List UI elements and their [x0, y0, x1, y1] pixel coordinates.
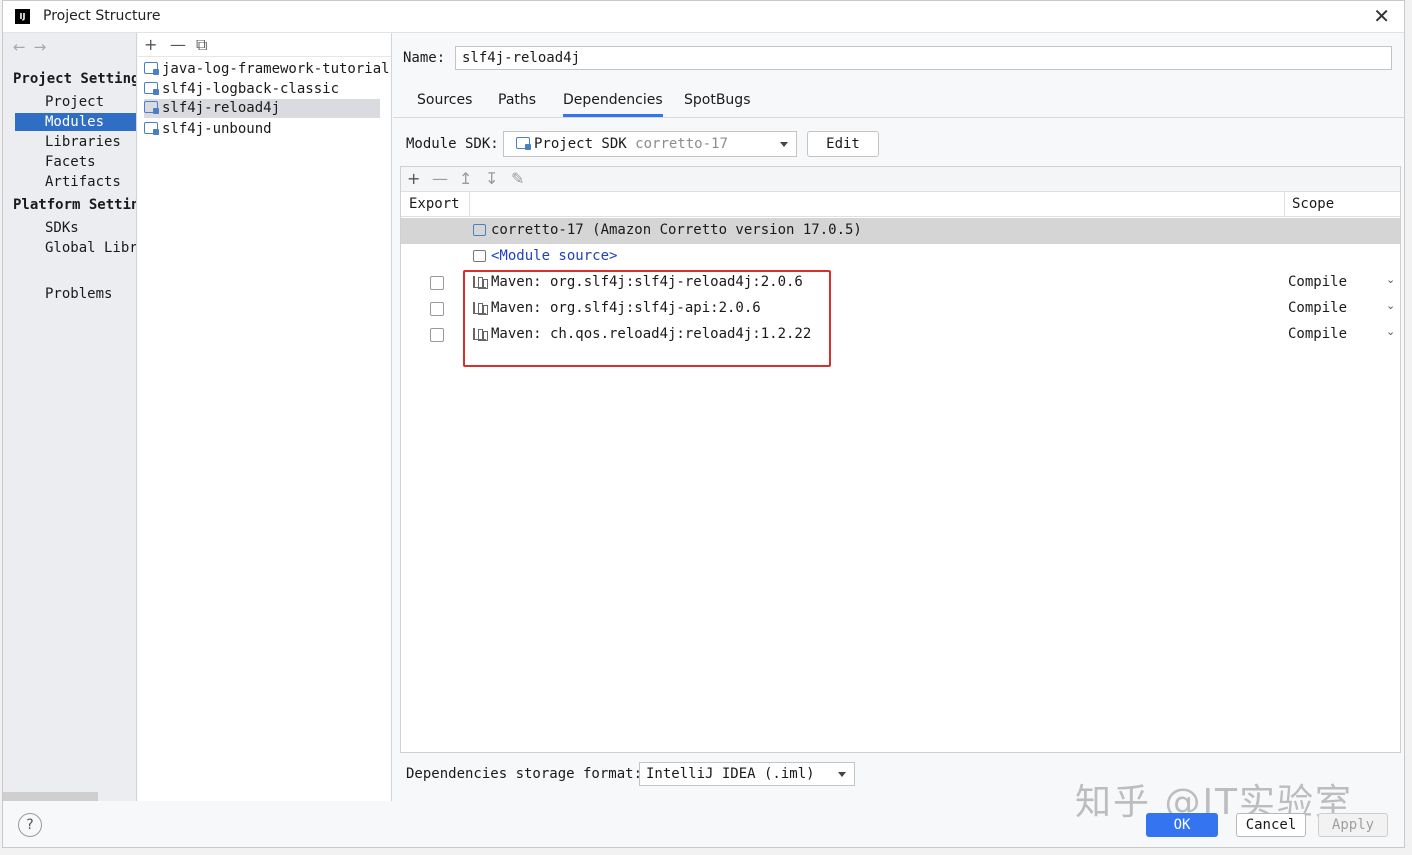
module-folder-icon [144, 101, 159, 114]
export-checkbox[interactable] [430, 328, 444, 342]
apply-button[interactable]: Apply [1318, 813, 1388, 837]
export-checkbox[interactable] [430, 276, 444, 290]
tab-dependencies[interactable]: Dependencies [563, 91, 663, 117]
module-sdk-label: Module SDK: [406, 136, 499, 152]
storage-format-select[interactable]: IntelliJ IDEA (.iml) [639, 762, 855, 786]
module-folder-icon [144, 122, 159, 135]
module-name: slf4j-logback-classic [162, 81, 340, 97]
nav-item-facets[interactable]: Facets [15, 153, 136, 171]
tab-spotbugs[interactable]: SpotBugs [684, 91, 751, 117]
back-arrow-icon[interactable]: ← [13, 38, 34, 56]
tab-sources[interactable]: Sources [417, 91, 472, 117]
nav-item-sdks[interactable]: SDKs [15, 219, 136, 237]
module-name: slf4j-unbound [162, 121, 272, 137]
settings-nav: ←→ Project Settings Project Modules Libr… [3, 33, 137, 801]
chevron-down-icon[interactable]: ⌄ [1386, 273, 1395, 286]
edit-sdk-button[interactable]: Edit [807, 131, 879, 157]
dependencies-toolbar: + — ↥ ↧ ✎ [401, 167, 1400, 192]
module-toolbar: + — ⧉ [138, 33, 391, 57]
add-dependency-icon[interactable]: + [407, 169, 420, 188]
sdk-value-name: corretto-17 [635, 136, 728, 152]
storage-format-label: Dependencies storage format: [406, 766, 643, 782]
sdk-value: Project SDK [534, 136, 627, 152]
module-item[interactable]: java-log-framework-tutorial [144, 60, 390, 79]
module-sdk-select[interactable]: Project SDK corretto-17 [503, 131, 797, 157]
scope-column-header[interactable]: Scope [1292, 196, 1334, 212]
nav-horizontal-scrollbar[interactable] [3, 792, 98, 801]
dropdown-caret-icon [780, 142, 788, 147]
name-label: Name: [403, 50, 446, 66]
sdk-folder-icon [473, 224, 486, 236]
table-row[interactable]: corretto-17 (Amazon Corretto version 17.… [401, 218, 1400, 244]
nav-item-global-libraries[interactable]: Global Libraries [15, 239, 136, 257]
scope-select[interactable]: Compile [1288, 274, 1347, 290]
nav-item-artifacts[interactable]: Artifacts [15, 173, 136, 191]
project-settings-heading: Project Settings [13, 71, 137, 87]
module-name: java-log-framework-tutorial [162, 61, 390, 77]
move-down-icon[interactable]: ↧ [485, 169, 498, 188]
window-title: Project Structure [43, 8, 161, 24]
add-module-icon[interactable]: + [144, 35, 157, 54]
tabs-divider [393, 117, 1404, 118]
table-row[interactable]: <Module source> [401, 244, 1400, 270]
module-item-selected[interactable]: slf4j-reload4j [144, 99, 380, 118]
module-detail-panel: Name: slf4j-reload4j Sources Paths Depen… [393, 33, 1404, 801]
nav-item-libraries[interactable]: Libraries [15, 133, 136, 151]
scope-select[interactable]: Compile [1288, 326, 1347, 342]
chevron-down-icon[interactable]: ⌄ [1386, 325, 1395, 338]
tab-paths[interactable]: Paths [498, 91, 536, 117]
copy-module-icon[interactable]: ⧉ [196, 35, 207, 55]
storage-format-value: IntelliJ IDEA (.iml) [646, 766, 815, 782]
export-column-header[interactable]: Export [409, 196, 460, 212]
module-list-panel: + — ⧉ java-log-framework-tutorial slf4j-… [138, 33, 392, 801]
dependency-name: <Module source> [491, 248, 618, 264]
platform-settings-heading: Platform Settings [13, 197, 136, 213]
annotation-highlight-box [463, 270, 831, 367]
module-folder-icon [144, 62, 159, 75]
dropdown-caret-icon [838, 772, 846, 777]
chevron-down-icon[interactable]: ⌄ [1386, 299, 1395, 312]
module-folder-icon [144, 82, 159, 95]
module-name-input[interactable]: slf4j-reload4j [455, 46, 1392, 70]
cancel-button[interactable]: Cancel [1236, 813, 1306, 837]
scope-select[interactable]: Compile [1288, 300, 1347, 316]
nav-item-project[interactable]: Project [15, 93, 136, 111]
export-checkbox[interactable] [430, 302, 444, 316]
close-icon[interactable]: ✕ [1373, 4, 1390, 28]
title-bar: IJ Project Structure ✕ [3, 1, 1404, 33]
dependencies-header: Export Scope [401, 192, 1400, 217]
remove-module-icon[interactable]: — [170, 35, 186, 54]
column-divider [469, 192, 470, 217]
edit-dependency-icon[interactable]: ✎ [511, 169, 524, 188]
module-name: slf4j-reload4j [162, 100, 281, 116]
forward-arrow-icon[interactable]: → [34, 38, 55, 56]
nav-item-problems[interactable]: Problems [15, 285, 136, 303]
help-button[interactable]: ? [18, 813, 42, 837]
move-up-icon[interactable]: ↥ [459, 169, 472, 188]
column-divider [1284, 192, 1285, 217]
nav-history: ←→ [13, 38, 54, 56]
dependency-name: corretto-17 (Amazon Corretto version 17.… [491, 222, 862, 238]
remove-dependency-icon[interactable]: — [432, 169, 448, 188]
source-folder-icon [473, 250, 486, 262]
dependencies-table: + — ↥ ↧ ✎ Export Scope corretto-17 (Amaz… [400, 166, 1401, 753]
ok-button[interactable]: OK [1146, 813, 1218, 837]
nav-item-modules[interactable]: Modules [15, 113, 136, 131]
sdk-folder-icon [516, 137, 531, 150]
project-structure-dialog: IJ Project Structure ✕ ←→ Project Settin… [2, 0, 1405, 848]
intellij-app-icon: IJ [15, 9, 30, 24]
module-item[interactable]: slf4j-logback-classic [144, 80, 380, 99]
module-item[interactable]: slf4j-unbound [144, 120, 380, 139]
